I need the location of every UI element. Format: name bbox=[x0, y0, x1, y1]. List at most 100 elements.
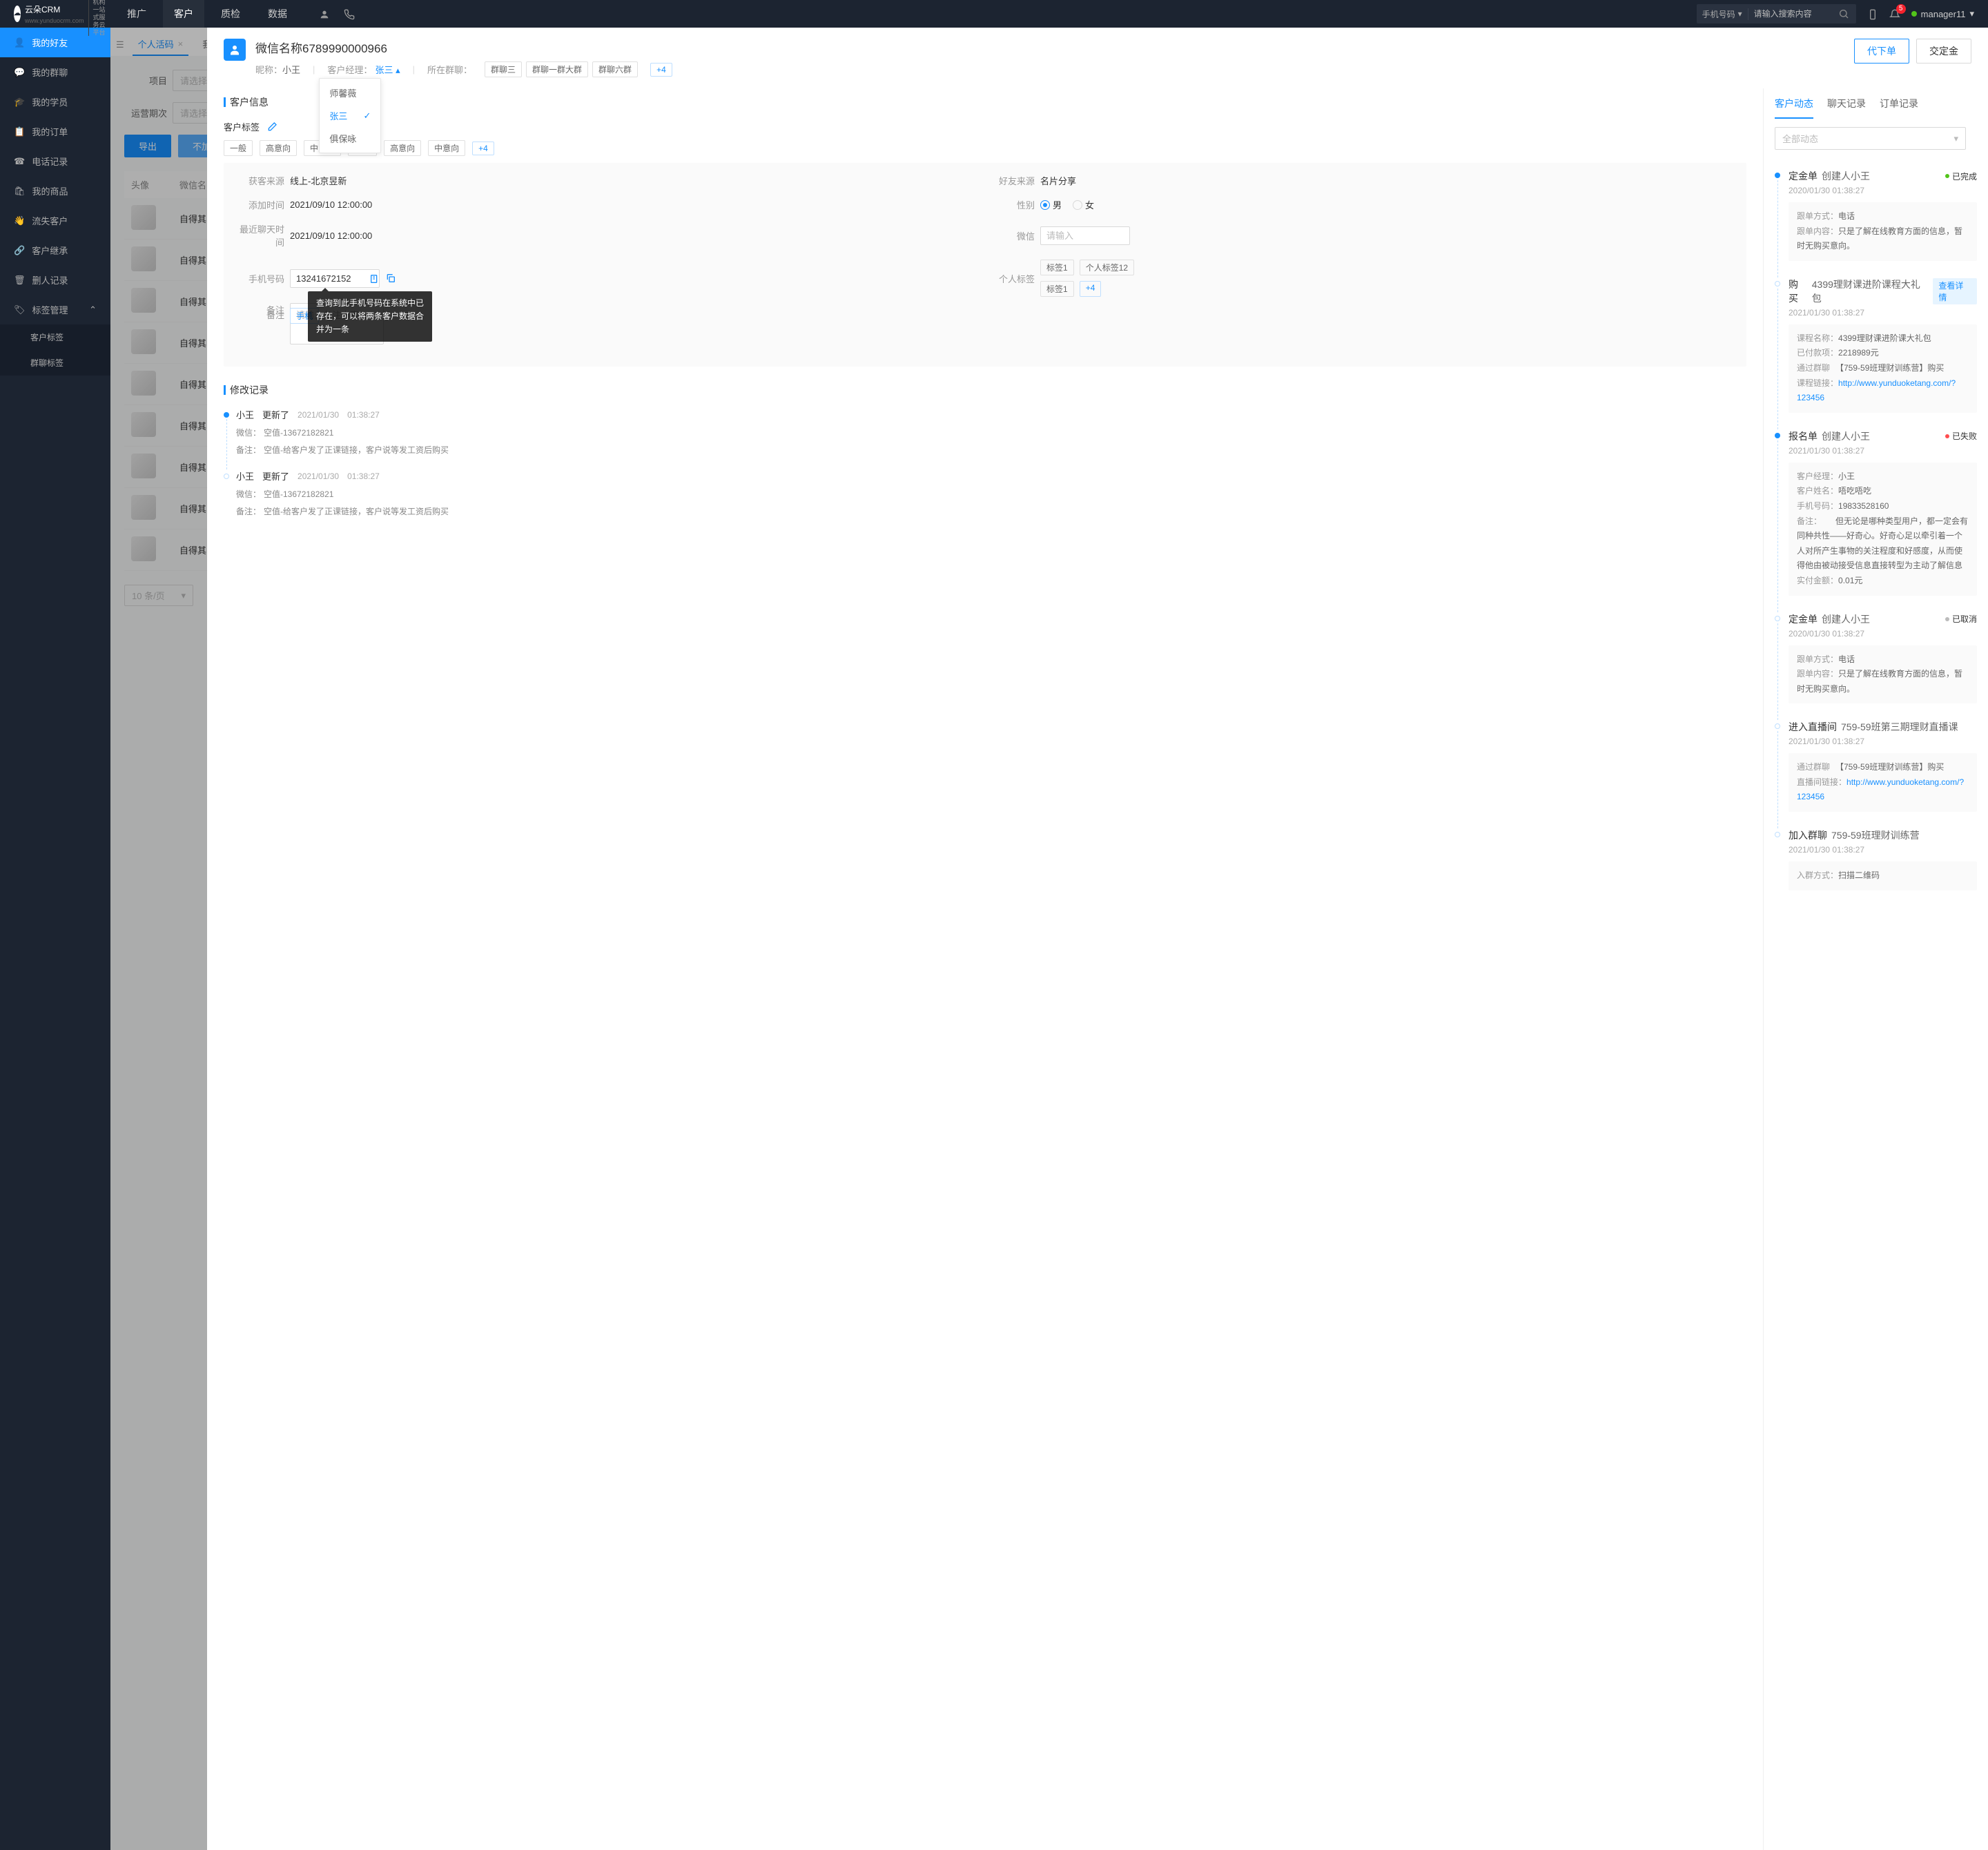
personal-tag[interactable]: 标签1 bbox=[1040, 281, 1074, 297]
search-input[interactable] bbox=[1748, 9, 1831, 19]
timeline-card: 入群方式：扫描二维码 bbox=[1789, 861, 1977, 890]
phone-input[interactable] bbox=[290, 269, 380, 288]
timeline-dot-icon bbox=[1775, 173, 1780, 178]
online-dot-icon bbox=[1911, 11, 1917, 17]
sidebar-item[interactable]: 🏷标签管理⌃ bbox=[0, 295, 110, 324]
personal-tag[interactable]: 标签1 bbox=[1040, 260, 1074, 275]
activity-tab[interactable]: 聊天记录 bbox=[1827, 97, 1866, 119]
activity-tab[interactable]: 订单记录 bbox=[1880, 97, 1918, 119]
menu-icon: 👤 bbox=[14, 37, 25, 48]
history-item: 小王更新了2021/01/3001:38:27微信：空值-13672182821… bbox=[224, 408, 1746, 456]
timeline-dot-icon bbox=[1775, 433, 1780, 438]
customer-tag[interactable]: 高意向 bbox=[384, 140, 421, 156]
group-chip[interactable]: 群聊一群大群 bbox=[526, 61, 588, 77]
customer-tags-label: 客户标签 bbox=[224, 120, 260, 133]
search-group: 手机号码 ▾ bbox=[1697, 4, 1856, 23]
timeline-item: 定金单创建人小王已完成2020/01/30 01:38:27跟单方式：电话跟单内… bbox=[1775, 169, 1977, 261]
wechat-input[interactable] bbox=[1040, 226, 1130, 245]
sidebar-item[interactable]: 📋我的订单 bbox=[0, 117, 110, 146]
badge-count: 5 bbox=[1896, 4, 1906, 14]
bell-icon[interactable]: 5 bbox=[1889, 8, 1900, 19]
timeline-card: 通过群聊【759-59班理财训练营】购买直播间链接：http://www.yun… bbox=[1789, 753, 1977, 812]
timeline-card: 跟单方式：电话跟单内容：只是了解在线教育方面的信息，暂时无购买意向。 bbox=[1789, 202, 1977, 261]
activity-tab[interactable]: 客户动态 bbox=[1775, 97, 1813, 119]
chevron-down-icon: ▾ bbox=[1969, 8, 1974, 19]
phone-icon[interactable] bbox=[344, 8, 355, 19]
menu-icon: 💬 bbox=[14, 67, 25, 78]
detail-button[interactable]: 查看详情 bbox=[1933, 278, 1977, 304]
timeline-card: 跟单方式：电话跟单内容：只是了解在线教育方面的信息，暂时无购买意向。 bbox=[1789, 645, 1977, 704]
group-chip[interactable]: 群聊六群 bbox=[592, 61, 638, 77]
gender-male-radio[interactable]: 男 bbox=[1040, 198, 1062, 211]
top-nav-item[interactable]: 推广 bbox=[116, 0, 157, 28]
more-groups-button[interactable]: +4 bbox=[650, 63, 672, 77]
top-nav-item[interactable]: 质检 bbox=[210, 0, 251, 28]
more-tags-button[interactable]: +4 bbox=[472, 142, 494, 155]
customer-tag[interactable]: 一般 bbox=[224, 140, 253, 156]
group-chip[interactable]: 群聊三 bbox=[485, 61, 522, 77]
customer-drawer: 微信名称6789990000966 昵称：小王 | 客户经理： 张三 ▴ 师馨薇… bbox=[207, 28, 1988, 1850]
dropdown-option[interactable]: 师馨薇 bbox=[320, 81, 380, 104]
timeline-card: 课程名称：4399理财课进阶课大礼包已付款项：2218989元通过群聊【759-… bbox=[1789, 324, 1977, 413]
deposit-button[interactable]: 交定金 bbox=[1916, 39, 1971, 64]
timeline-item: 进入直播间759-59班第三期理财直播课2021/01/30 01:38:27通… bbox=[1775, 720, 1977, 812]
chevron-down-icon: ▾ bbox=[1738, 9, 1742, 19]
timeline-item: 购买4399理财课进阶课程大礼包查看详情2021/01/30 01:38:27课… bbox=[1775, 278, 1977, 413]
timeline-item: 加入群聊759-59班理财训练营2021/01/30 01:38:27入群方式：… bbox=[1775, 828, 1977, 890]
timeline-node-icon bbox=[224, 474, 229, 479]
dropdown-option[interactable]: 俱保咏 bbox=[320, 127, 380, 150]
timeline-dot-icon bbox=[1775, 723, 1780, 729]
person-icon[interactable] bbox=[319, 8, 330, 19]
history-item: 小王更新了2021/01/3001:38:27微信：空值-13672182821… bbox=[224, 469, 1746, 517]
section-info-title: 客户信息 bbox=[230, 95, 269, 109]
manager-select[interactable]: 张三 ▴ bbox=[375, 63, 400, 76]
activity-filter-select[interactable]: 全部动态 ▾ bbox=[1775, 127, 1966, 150]
sidebar-item[interactable]: 🛍我的商品 bbox=[0, 176, 110, 206]
gender-female-radio[interactable]: 女 bbox=[1073, 198, 1094, 211]
menu-icon: 👋 bbox=[14, 215, 25, 226]
chevron-up-icon: ⌃ bbox=[89, 304, 97, 315]
top-nav-item[interactable]: 数据 bbox=[257, 0, 298, 28]
menu-icon: 🎓 bbox=[14, 97, 25, 108]
more-personal-tags[interactable]: +4 bbox=[1080, 281, 1102, 297]
menu-icon: 🏷 bbox=[14, 304, 26, 315]
personal-tag[interactable]: 个人标签12 bbox=[1080, 260, 1134, 275]
sidebar-item[interactable]: 🎓我的学员 bbox=[0, 87, 110, 117]
timeline-node-icon bbox=[224, 412, 229, 418]
top-header: ☁ 云朵CRM www.yunduocrm.com 教育机构一站 式服务云平台 … bbox=[0, 0, 1988, 28]
timeline-item: 报名单创建人小王已失败2021/01/30 01:38:27客户经理：小王客户姓… bbox=[1775, 429, 1977, 596]
search-icon[interactable] bbox=[1831, 8, 1856, 20]
proxy-order-button[interactable]: 代下单 bbox=[1854, 39, 1909, 64]
sidebar-item[interactable]: 👋流失客户 bbox=[0, 206, 110, 235]
activity-tabs: 客户动态聊天记录订单记录 bbox=[1764, 88, 1977, 119]
sidebar-item[interactable]: 🗑删人记录 bbox=[0, 265, 110, 295]
customer-tag[interactable]: 中意向 bbox=[428, 140, 465, 156]
top-nav-item[interactable]: 客户 bbox=[163, 0, 204, 28]
status-badge: 已完成 bbox=[1945, 171, 1977, 182]
section-history-title: 修改记录 bbox=[230, 383, 269, 397]
sidebar-item[interactable]: ☎电话记录 bbox=[0, 146, 110, 176]
menu-icon: ☎ bbox=[14, 156, 25, 167]
dropdown-option[interactable]: 张三✓ bbox=[320, 104, 380, 127]
search-type-select[interactable]: 手机号码 ▾ bbox=[1697, 8, 1748, 20]
sidebar-item[interactable]: 🔗客户继承 bbox=[0, 235, 110, 265]
status-badge: 已取消 bbox=[1945, 613, 1977, 625]
copy-icon[interactable] bbox=[385, 273, 396, 284]
logo: ☁ 云朵CRM www.yunduocrm.com 教育机构一站 式服务云平台 bbox=[0, 0, 110, 36]
edit-icon[interactable] bbox=[266, 121, 277, 133]
contacts-icon[interactable] bbox=[369, 272, 380, 284]
menu-icon: 🗑 bbox=[14, 275, 26, 286]
customer-tag[interactable]: 高意向 bbox=[260, 140, 297, 156]
top-nav: 推广客户质检数据 bbox=[116, 0, 298, 28]
drawer-title: 微信名称6789990000966 bbox=[255, 39, 1844, 56]
menu-icon: 🛍 bbox=[14, 186, 26, 197]
user-menu[interactable]: manager11 ▾ bbox=[1911, 8, 1974, 19]
chevron-down-icon: ▾ bbox=[1953, 133, 1958, 144]
sidebar-subitem[interactable]: 群聊标签 bbox=[0, 350, 110, 376]
sidebar-subitem[interactable]: 客户标签 bbox=[0, 324, 110, 350]
menu-icon: 📋 bbox=[14, 126, 25, 137]
sidebar-item[interactable]: 💬我的群聊 bbox=[0, 57, 110, 87]
contact-icon bbox=[224, 39, 246, 61]
mobile-icon[interactable] bbox=[1867, 8, 1878, 19]
phone-tooltip: 查询到此手机号码在系统中已存在，可以将两条客户数据合并为一条 bbox=[308, 291, 432, 342]
